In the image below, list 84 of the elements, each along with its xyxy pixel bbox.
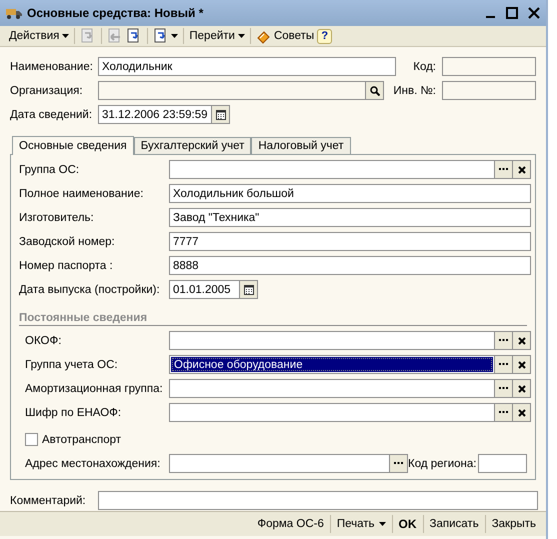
caret-icon — [378, 522, 386, 526]
clear-button[interactable] — [512, 161, 530, 178]
input-field[interactable]: Завод "Техника" — [169, 208, 531, 227]
field-label: Наименование: — [10, 60, 94, 72]
date-field[interactable]: 31.12.2006 23:59:59 — [98, 105, 230, 124]
clear-button[interactable] — [512, 404, 530, 421]
footer-button[interactable]: Закрыть — [484, 515, 542, 533]
close-icon[interactable] — [528, 7, 540, 19]
field-label: Шифр по ЕНАОФ: — [25, 406, 122, 418]
menu-button[interactable]: Действия — [9, 30, 70, 42]
input-field[interactable]: Офисное оборудование — [169, 355, 531, 374]
ellipsis-icon — [499, 339, 508, 342]
field-label: Группа ОС: — [19, 164, 80, 176]
close-icon — [518, 408, 526, 416]
field-label: Код: — [413, 60, 436, 72]
input-field[interactable] — [169, 331, 531, 350]
tips-button[interactable]: Советы — [256, 28, 314, 44]
field-label: Полное наименование: — [19, 188, 144, 200]
field-label: Заводской номер: — [19, 236, 116, 248]
input-field[interactable] — [169, 160, 531, 179]
menu-button[interactable]: Перейти — [189, 30, 245, 42]
footer-button[interactable]: Записать — [422, 515, 485, 533]
close-icon — [518, 336, 526, 344]
input-field[interactable]: 7777 — [169, 232, 531, 251]
field-label: Инв. №: — [393, 84, 436, 96]
input-field[interactable] — [478, 454, 527, 473]
footer-button[interactable]: Форма ОС-6 — [251, 515, 330, 533]
ellipsis-button[interactable] — [494, 356, 512, 373]
checkbox-label: Автотранспорт — [42, 434, 122, 446]
menu-button[interactable]: Печать — [330, 515, 392, 533]
tab[interactable]: Налоговый учет — [251, 137, 351, 154]
calendar-icon — [244, 284, 254, 294]
input-field[interactable] — [169, 454, 408, 473]
calendar-icon — [216, 110, 226, 120]
close-icon — [518, 360, 526, 368]
footer-button[interactable]: OK — [392, 515, 423, 533]
input-field[interactable]: Холодильник — [98, 57, 396, 76]
ellipsis-icon — [499, 411, 508, 414]
field-label: Адрес местонахождения: — [25, 458, 162, 470]
ellipsis-icon — [499, 363, 508, 366]
ellipsis-icon — [499, 168, 508, 171]
field-label: Дата выпуска (постройки): — [19, 284, 161, 296]
close-icon — [518, 384, 526, 392]
clear-button[interactable] — [512, 380, 530, 397]
field-label: Комментарий: — [10, 494, 87, 506]
field-label: Дата сведений: — [10, 108, 94, 120]
input-field[interactable] — [169, 403, 531, 422]
close-icon — [518, 166, 526, 174]
date-field[interactable]: 01.01.2005 — [169, 280, 258, 299]
search-icon — [370, 86, 380, 96]
field-label: Код региона: — [408, 458, 476, 470]
calendar-button[interactable] — [211, 106, 229, 123]
input-field[interactable]: Холодильник большой — [169, 184, 531, 203]
clear-button[interactable] — [512, 332, 530, 349]
tab[interactable]: Основные сведения — [12, 136, 134, 155]
input-field[interactable] — [98, 491, 538, 510]
checkbox[interactable] — [25, 433, 38, 446]
caret-icon — [171, 34, 178, 38]
help-button[interactable]: ? — [317, 28, 332, 44]
toolbar-button[interactable] — [153, 28, 178, 44]
truck-icon — [6, 7, 22, 19]
calendar-button[interactable] — [239, 281, 257, 298]
field-label: Амортизационная группа: — [25, 382, 164, 394]
window-title: Основные средства: Новый * — [27, 6, 204, 20]
tab[interactable]: Бухгалтерский учет — [134, 137, 252, 154]
ellipsis-button[interactable] — [494, 404, 512, 421]
field-label: Группа учета ОС: — [25, 358, 119, 370]
field-label: Изготовитель: — [19, 212, 95, 224]
input-field[interactable]: 8888 — [169, 256, 531, 275]
ellipsis-icon — [499, 387, 508, 390]
caret-icon — [238, 34, 245, 38]
section-heading: Постоянные сведения — [19, 312, 527, 326]
field-label: ОКОФ: — [25, 334, 62, 346]
ellipsis-button[interactable] — [494, 380, 512, 397]
clear-button[interactable] — [512, 356, 530, 373]
ellipsis-button[interactable] — [494, 161, 512, 178]
ellipsis-button[interactable] — [389, 455, 407, 472]
field-label: Организация: — [10, 84, 84, 96]
ellipsis-icon — [394, 462, 403, 465]
maximize-icon[interactable] — [506, 7, 518, 19]
input-field[interactable] — [169, 379, 531, 398]
ellipsis-button[interactable] — [494, 332, 512, 349]
field-label: Номер паспорта : — [19, 260, 114, 272]
caret-icon — [62, 34, 70, 38]
